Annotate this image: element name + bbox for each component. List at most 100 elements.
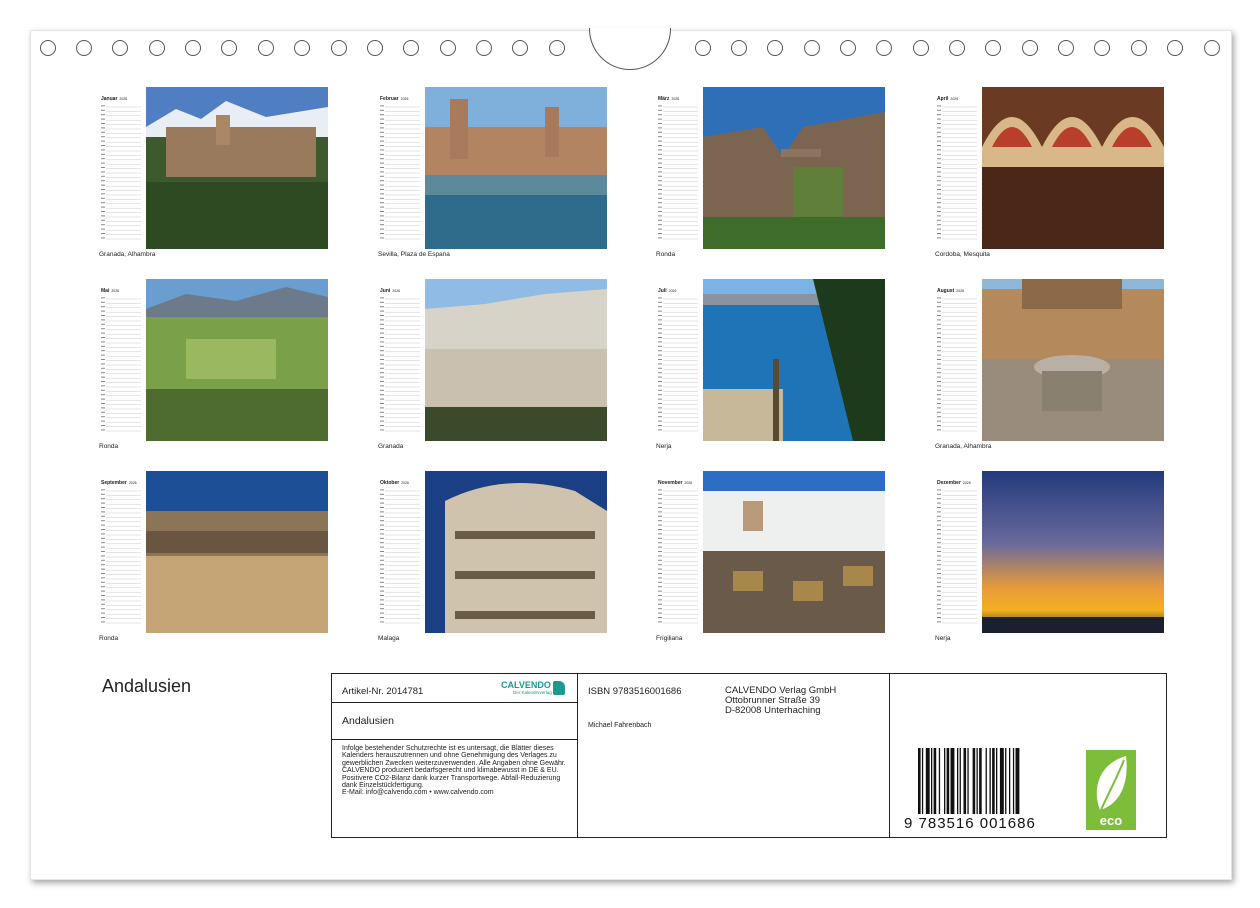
- spiral-hole: [403, 40, 419, 56]
- spiral-hole: [149, 40, 165, 56]
- spiral-hole: [40, 40, 56, 56]
- spiral-hole: [949, 40, 965, 56]
- month-tile: August 2026 Granada, Alhambra: [935, 279, 1165, 459]
- photo-caption: Malaga: [378, 635, 400, 642]
- photo-caption: Nerja: [935, 635, 951, 642]
- legal-text: Infolge bestehender Schutzrechte ist es …: [342, 745, 566, 797]
- month-photo: [146, 471, 328, 633]
- spiral-hole: [1204, 40, 1220, 56]
- month-name: März 2026: [658, 96, 680, 102]
- spiral-hole: [112, 40, 128, 56]
- month-tile: April 2026 Cordoba, Mesquita: [935, 87, 1165, 267]
- photo-caption: Granada: [378, 443, 404, 450]
- month-tile: Juni 2026 Granada: [378, 279, 608, 459]
- photo-caption: Ronda: [99, 635, 119, 642]
- month-photo: [146, 87, 328, 249]
- month-name: Januar 2026: [101, 96, 128, 102]
- photo-caption: Cordoba, Mesquita: [935, 251, 990, 258]
- spiral-hole: [985, 40, 1001, 56]
- month-calendar: Oktober 2026: [378, 471, 422, 633]
- month-calendar: Juni 2026: [378, 279, 422, 441]
- month-tile: Mai 2026 Ronda: [99, 279, 329, 459]
- month-photo: [982, 279, 1164, 441]
- day-lines: [380, 489, 420, 624]
- calvendo-logo-icon: [553, 681, 565, 695]
- spiral-hole: [1058, 40, 1074, 56]
- month-tile: Februar 2026 Sevilla, Plaza de Espana: [378, 87, 608, 267]
- month-calendar: Dezember 2026: [935, 471, 979, 633]
- spiral-hole: [76, 40, 92, 56]
- calvendo-logo-sub: Der Kalenderverlag: [513, 690, 552, 695]
- spiral-hole: [185, 40, 201, 56]
- month-calendar: Juli 2026: [656, 279, 700, 441]
- month-name: Oktober 2026: [380, 480, 409, 486]
- calendar-title: Andalusien: [102, 676, 192, 696]
- month-calendar: September 2026: [99, 471, 143, 633]
- month-calendar: Mai 2026: [99, 279, 143, 441]
- month-tile: Juli 2026 Nerja: [656, 279, 886, 459]
- spiral-hole: [1167, 40, 1183, 56]
- day-lines: [101, 297, 141, 432]
- month-calendar: März 2026: [656, 87, 700, 249]
- info-title: Andalusien: [342, 715, 394, 727]
- month-name: Juni 2026: [380, 288, 401, 294]
- spiral-hole: [221, 40, 237, 56]
- spiral-hole: [731, 40, 747, 56]
- barcode-icon: [918, 748, 1020, 814]
- day-lines: [658, 297, 698, 432]
- day-lines: [658, 489, 698, 624]
- month-name: Februar 2026: [380, 96, 409, 102]
- day-lines: [101, 105, 141, 240]
- month-photo: [703, 471, 885, 633]
- spiral-hole: [440, 40, 456, 56]
- spiral-hole: [840, 40, 856, 56]
- month-tile: Dezember 2026 Nerja: [935, 471, 1165, 651]
- eco-label: eco: [1099, 813, 1123, 828]
- spiral-hole: [294, 40, 310, 56]
- month-calendar: August 2026: [935, 279, 979, 441]
- photo-caption: Granada, Alhambra: [99, 251, 156, 258]
- month-name: November 2026: [658, 480, 693, 486]
- month-name: Mai 2026: [101, 288, 120, 294]
- day-lines: [380, 297, 420, 432]
- photo-caption: Frigiliana: [656, 635, 683, 642]
- spiral-hole: [512, 40, 528, 56]
- photo-caption: Sevilla, Plaza de Espana: [378, 251, 450, 258]
- day-lines: [937, 297, 977, 432]
- month-photo: [982, 87, 1164, 249]
- spiral-hole: [1131, 40, 1147, 56]
- article-number: Artikel-Nr. 2014781: [342, 686, 424, 697]
- month-calendar: Februar 2026: [378, 87, 422, 249]
- month-name: Juli 2026: [658, 288, 677, 294]
- month-tile: Januar 2026 Granada, Alhambra: [99, 87, 329, 267]
- spiral-hole: [549, 40, 565, 56]
- month-name: April 2026: [937, 96, 959, 102]
- publisher-address: CALVENDO Verlag GmbH Ottobrunner Straße …: [725, 685, 837, 716]
- month-calendar: November 2026: [656, 471, 700, 633]
- month-name: September 2026: [101, 480, 137, 486]
- month-photo: [703, 87, 885, 249]
- month-tile: Oktober 2026 Malaga: [378, 471, 608, 651]
- day-lines: [937, 105, 977, 240]
- spiral-hole: [331, 40, 347, 56]
- month-tile: September 2026 Ronda: [99, 471, 329, 651]
- month-tile: November 2026 Frigiliana: [656, 471, 886, 651]
- month-photo: [425, 279, 607, 441]
- spiral-hole: [767, 40, 783, 56]
- day-lines: [658, 105, 698, 240]
- month-photo: [703, 279, 885, 441]
- spiral-hole: [913, 40, 929, 56]
- barcode-digits: 9 783516 001686: [904, 815, 1036, 832]
- month-tile: März 2026 Ronda: [656, 87, 886, 267]
- day-lines: [380, 105, 420, 240]
- calvendo-logo: CALVENDO: [501, 680, 551, 690]
- spiral-hole: [804, 40, 820, 56]
- spiral-hole: [258, 40, 274, 56]
- month-photo: [425, 87, 607, 249]
- day-lines: [937, 489, 977, 624]
- spiral-hole: [876, 40, 892, 56]
- day-lines: [101, 489, 141, 624]
- spiral-hole: [1094, 40, 1110, 56]
- author: Michael Fahrenbach: [588, 722, 652, 729]
- photo-caption: Granada, Alhambra: [935, 443, 992, 450]
